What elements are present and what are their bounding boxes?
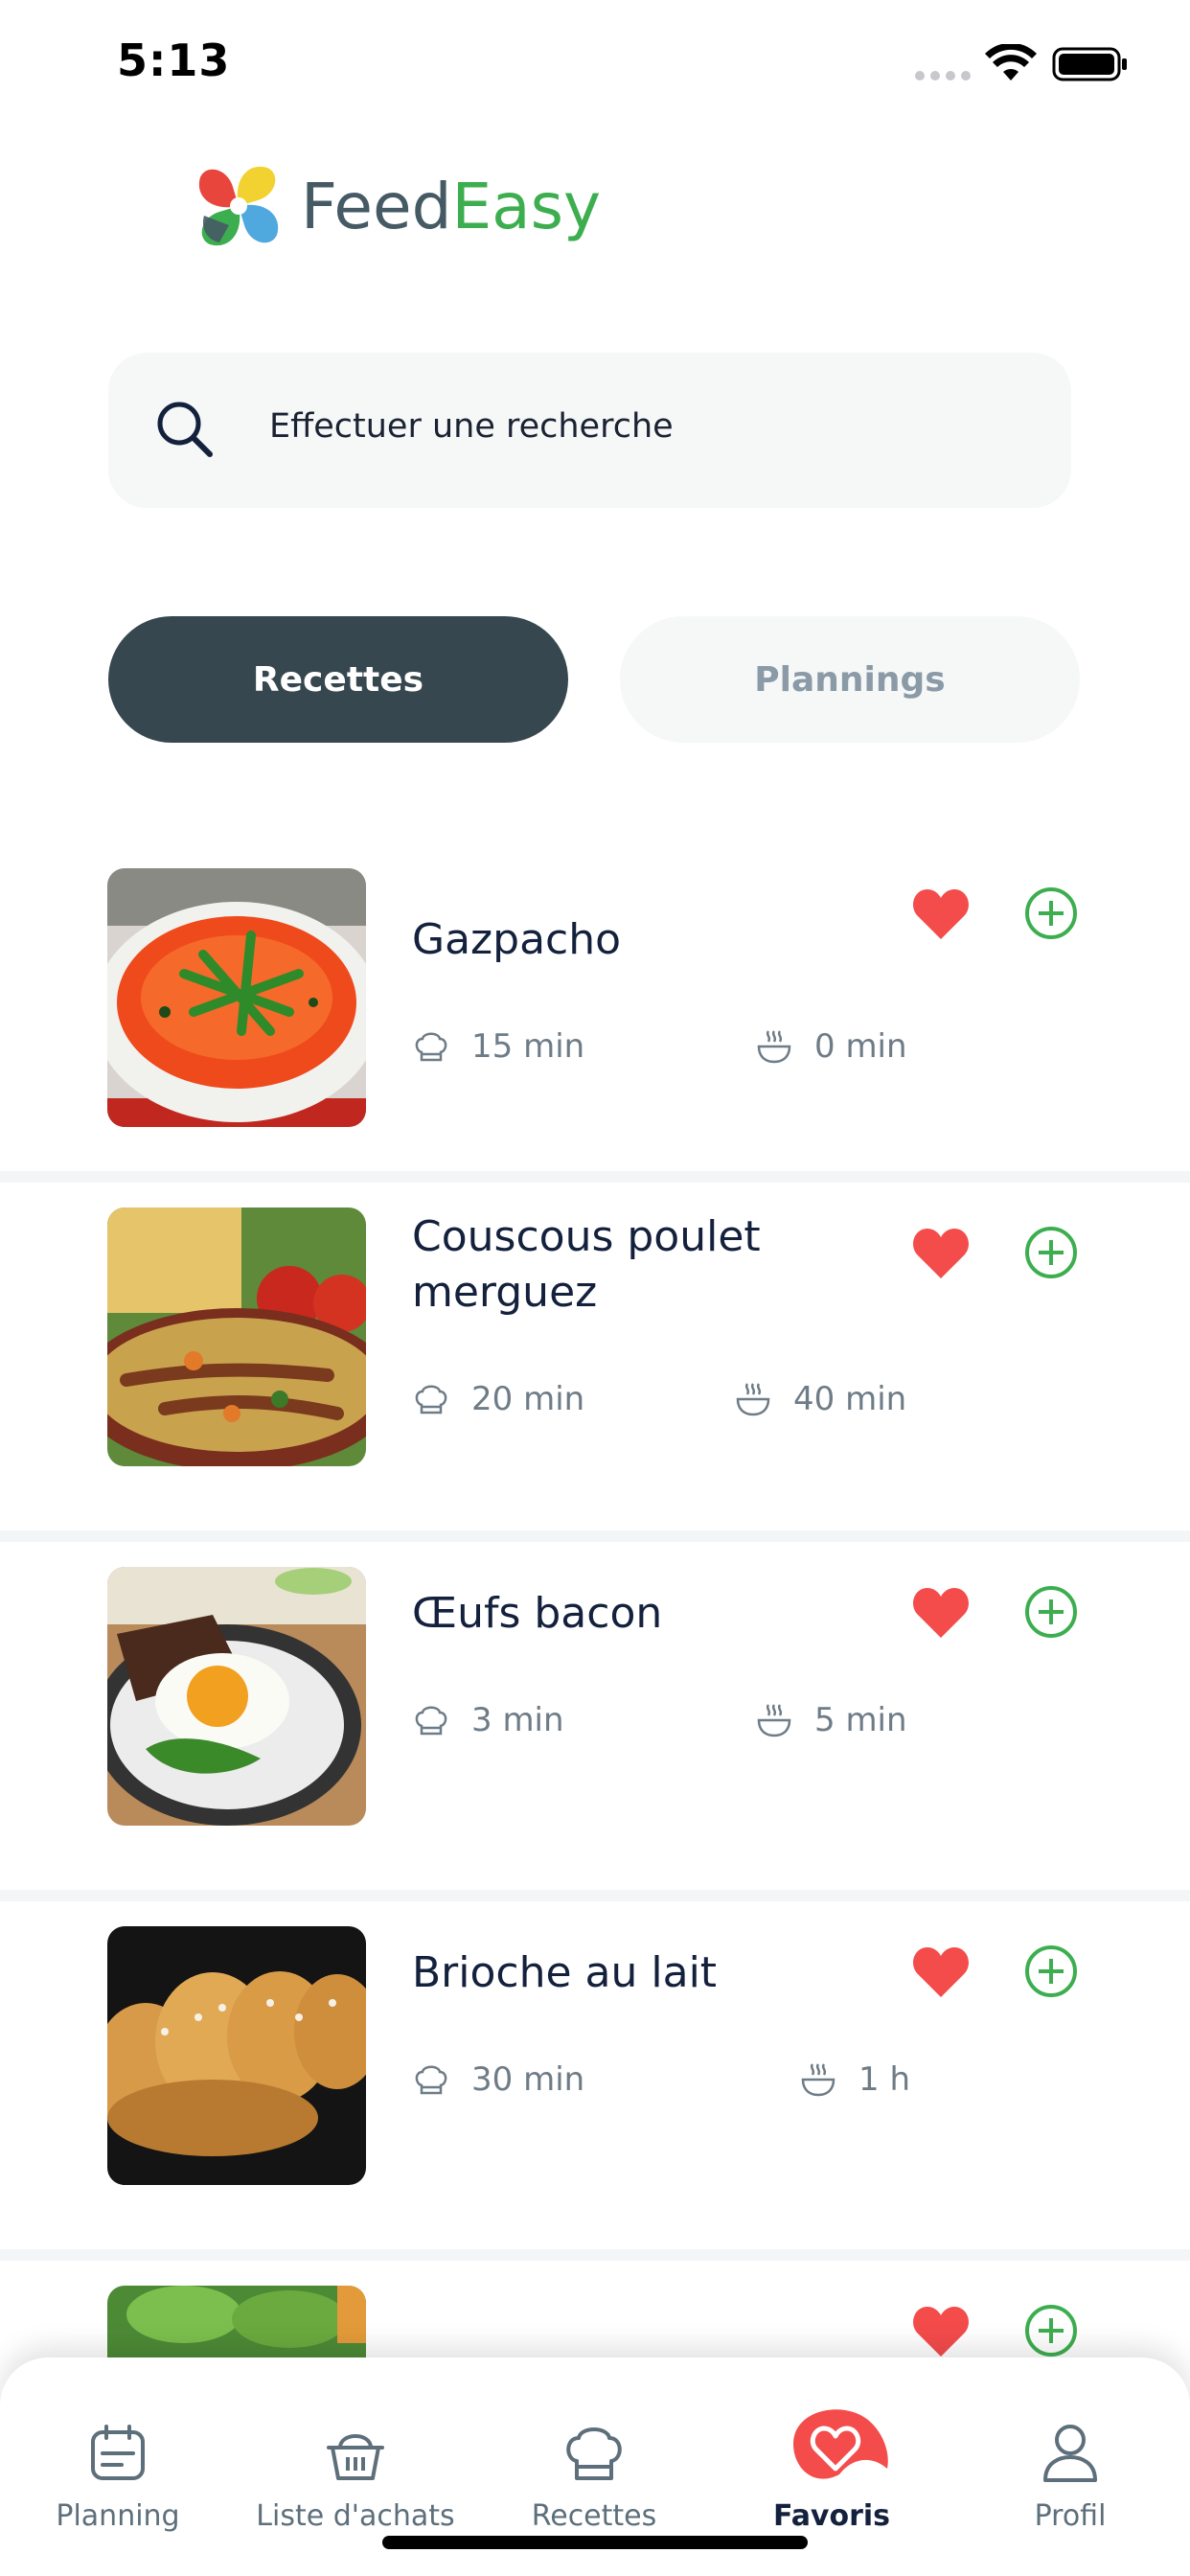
- chef-hat-icon: [415, 1385, 447, 1414]
- favorite-heart-icon[interactable]: [912, 1586, 970, 1640]
- prep-time-value: 20 min: [471, 1380, 585, 1418]
- cooking-pot-icon: [757, 1030, 791, 1064]
- prep-time-value: 3 min: [471, 1701, 564, 1739]
- calendar-icon: [91, 2425, 145, 2480]
- recipe-title: Gazpacho: [412, 915, 622, 964]
- nav-label: Planning: [56, 2499, 180, 2533]
- add-circle-icon[interactable]: [1023, 886, 1079, 941]
- nav-label: Favoris: [772, 2499, 891, 2533]
- recipe-image: [107, 868, 366, 1127]
- cook-time: 5 min: [755, 1701, 907, 1739]
- recipe-card-oeufs-bacon[interactable]: Œufs bacon 3 min 5 min: [0, 1542, 1190, 1890]
- prep-time: 20 min: [412, 1380, 584, 1418]
- prep-time-value: 30 min: [471, 2060, 585, 2099]
- prep-time: 30 min: [412, 2060, 584, 2099]
- recipe-card-brioche[interactable]: Brioche au lait 30 min 1 h: [0, 1901, 1190, 2249]
- recipe-card-couscous[interactable]: Couscous poulet merguez 20 min 40 min: [0, 1183, 1190, 1530]
- favorite-heart-icon[interactable]: [912, 887, 970, 941]
- chef-hat-icon: [566, 2427, 622, 2480]
- divider: [0, 1171, 1190, 1183]
- cooking-pot-icon: [801, 2063, 835, 2097]
- cook-time-value: 0 min: [814, 1027, 907, 1066]
- cooking-pot-icon: [736, 1383, 770, 1416]
- battery-icon: [1052, 47, 1127, 81]
- cellular-signal-icon: [915, 71, 971, 80]
- recipe-title: Brioche au lait: [412, 1948, 718, 1997]
- recipe-image: [107, 1567, 366, 1826]
- cook-time-value: 1 h: [858, 2060, 910, 2099]
- recipe-image: [107, 1208, 366, 1466]
- cook-time: 0 min: [755, 1027, 907, 1066]
- search-bar[interactable]: Effectuer une recherche: [108, 353, 1071, 508]
- favorite-heart-icon[interactable]: [912, 2305, 970, 2358]
- prep-time: 15 min: [412, 1027, 584, 1066]
- favorite-heart-icon[interactable]: [912, 1945, 970, 1999]
- nav-item-planning[interactable]: Planning: [12, 2358, 223, 2576]
- add-circle-icon[interactable]: [1023, 1584, 1079, 1640]
- favorite-heart-icon[interactable]: [912, 1227, 970, 1280]
- basket-icon: [327, 2434, 384, 2480]
- tab-plannings[interactable]: Plannings: [620, 616, 1080, 743]
- search-icon: [157, 402, 213, 457]
- status-time: 5:13: [117, 34, 231, 86]
- recipe-image: [107, 1926, 366, 2185]
- prep-time-value: 15 min: [471, 1027, 585, 1066]
- add-circle-icon[interactable]: [1023, 1225, 1079, 1280]
- recipe-card-gazpacho[interactable]: Gazpacho 15 min 0 min: [0, 843, 1190, 1191]
- cooking-pot-icon: [757, 1704, 791, 1737]
- nav-item-profil[interactable]: Profil: [965, 2358, 1176, 2576]
- recipe-title: Couscous poulet merguez: [412, 1212, 761, 1317]
- chef-hat-icon: [415, 1706, 447, 1736]
- feedeasy-logo-icon: [198, 166, 279, 246]
- prep-time: 3 min: [412, 1701, 564, 1739]
- search-input[interactable]: Effectuer une recherche: [269, 407, 674, 446]
- chef-hat-icon: [415, 1032, 447, 1062]
- app-name: FeedEasy: [301, 169, 602, 243]
- divider: [0, 1530, 1190, 1542]
- heart-icon: [793, 2409, 888, 2479]
- nav-label: Liste d'achats: [256, 2499, 455, 2533]
- chef-hat-icon: [415, 2065, 447, 2095]
- cook-time: 40 min: [734, 1380, 906, 1418]
- user-icon: [1043, 2425, 1097, 2482]
- wifi-icon: [985, 44, 1037, 80]
- app-logo: FeedEasy: [186, 153, 601, 259]
- status-bar: 5:13: [0, 0, 1190, 134]
- nav-label: Recettes: [531, 2499, 657, 2533]
- divider: [0, 2249, 1190, 2261]
- home-indicator: [382, 2536, 808, 2549]
- tab-recettes[interactable]: Recettes: [108, 616, 568, 743]
- nav-label: Profil: [1034, 2499, 1107, 2533]
- add-circle-icon[interactable]: [1023, 1944, 1079, 1999]
- add-circle-icon[interactable]: [1023, 2303, 1079, 2358]
- divider: [0, 1890, 1190, 1901]
- cook-time: 1 h: [799, 2060, 910, 2099]
- cook-time-value: 40 min: [793, 1380, 907, 1418]
- cook-time-value: 5 min: [814, 1701, 907, 1739]
- recipe-title: Œufs bacon: [412, 1589, 663, 1638]
